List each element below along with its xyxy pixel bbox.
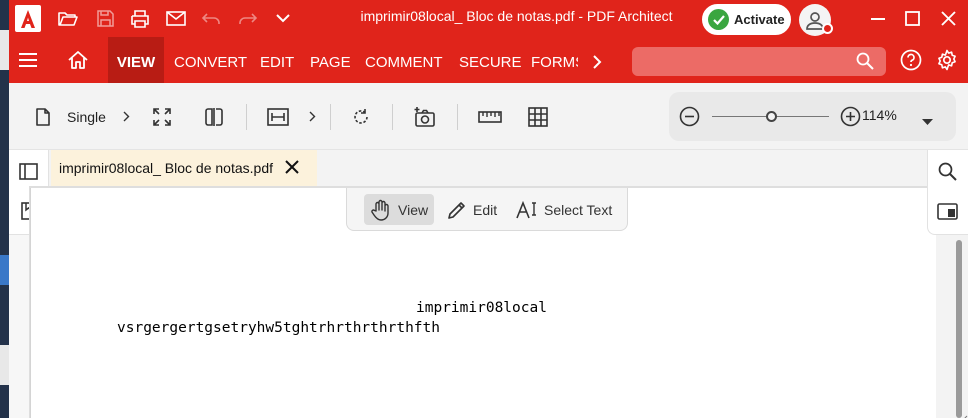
interaction-mode-bar: View Edit Select Text [346, 188, 628, 231]
open-folder-icon[interactable] [55, 0, 81, 37]
toolbar-separator [246, 104, 247, 130]
hamburger-menu-icon[interactable] [15, 41, 41, 78]
help-icon[interactable] [898, 41, 924, 78]
search-icon[interactable] [856, 52, 874, 75]
view-toolbar: Single 114% [9, 83, 968, 150]
tab-view[interactable]: VIEW [108, 37, 164, 83]
activate-label: Activate [734, 12, 785, 27]
chevron-right-icon[interactable] [305, 83, 319, 150]
fullscreen-icon[interactable] [149, 83, 175, 150]
tab-edit[interactable]: EDIT [260, 37, 294, 83]
notification-dot [822, 23, 833, 34]
search-icon[interactable] [938, 162, 957, 186]
vertical-scrollbar[interactable] [956, 240, 962, 418]
select-text-mode-button[interactable]: Select Text [510, 194, 618, 225]
view-mode-label: Single [67, 108, 106, 125]
toolbar-separator [457, 104, 458, 130]
user-avatar[interactable] [799, 4, 833, 36]
document-text-line: imprimir08local [416, 300, 547, 316]
tab-comment[interactable]: COMMENT [365, 37, 443, 83]
zoom-in-icon[interactable] [840, 106, 861, 132]
panel-toggle-icon[interactable] [937, 203, 958, 225]
app-logo-icon[interactable] [15, 5, 41, 32]
chevron-down-icon[interactable] [922, 113, 933, 131]
app-root: imprimir08local_ Bloc de notas.pdf - PDF… [0, 0, 968, 418]
ruler-icon[interactable] [476, 83, 504, 150]
edit-mode-button[interactable]: Edit [441, 194, 503, 225]
print-icon[interactable] [126, 0, 154, 37]
zoom-value[interactable]: 114% [862, 107, 897, 123]
split-view-icon[interactable] [201, 83, 227, 150]
chevron-right-icon[interactable] [119, 83, 133, 150]
email-icon[interactable] [162, 0, 190, 37]
document-tab-name: imprimir08local_ Bloc de notas.pdf [59, 160, 273, 176]
window-title: imprimir08local_ Bloc de notas.pdf - PDF… [360, 8, 673, 24]
chevron-down-icon[interactable] [271, 0, 295, 37]
snapshot-icon[interactable] [412, 83, 438, 150]
single-view-dropdown[interactable]: Single [67, 83, 106, 150]
tab-convert[interactable]: CONVERT [174, 37, 247, 83]
close-icon[interactable] [933, 0, 963, 37]
title-bar: imprimir08local_ Bloc de notas.pdf - PDF… [9, 0, 968, 37]
page-icon[interactable] [31, 83, 55, 150]
settings-gear-icon[interactable] [934, 41, 960, 78]
search-input[interactable] [632, 47, 852, 76]
save-icon[interactable] [92, 0, 118, 37]
hand-icon [371, 199, 389, 221]
activate-button[interactable]: Activate [702, 4, 791, 35]
maximize-icon[interactable] [897, 0, 927, 37]
document-tab[interactable]: imprimir08local_ Bloc de notas.pdf [51, 150, 317, 186]
undo-icon[interactable] [198, 0, 224, 37]
minimize-icon[interactable] [863, 0, 893, 37]
text-select-icon [516, 200, 536, 218]
edit-mode-label: Edit [473, 201, 498, 218]
select-text-mode-label: Select Text [544, 201, 613, 218]
right-side-panel [927, 150, 968, 235]
toolbar-separator [392, 104, 393, 130]
sidebar-toggle-icon[interactable] [19, 163, 38, 185]
search-box [632, 47, 886, 76]
app-window: imprimir08local_ Bloc de notas.pdf - PDF… [9, 0, 968, 418]
tab-page[interactable]: PAGE [310, 37, 351, 83]
redo-icon[interactable] [235, 0, 261, 37]
resize-grip-icon[interactable] [960, 410, 968, 418]
document-text-line: vsrgergertgsetryhw5tghtrhrthrthrthfth [117, 320, 441, 336]
check-icon [708, 9, 729, 30]
tab-secure[interactable]: SECURE [459, 37, 522, 83]
zoom-slider-thumb[interactable] [765, 111, 777, 122]
zoom-control: 114% [669, 92, 956, 141]
zoom-out-icon[interactable] [679, 106, 700, 132]
chevron-right-icon[interactable] [587, 43, 607, 80]
rotate-icon[interactable] [348, 83, 374, 150]
ribbon-tab-bar: VIEW CONVERT EDIT PAGE COMMENT SECURE FO… [9, 37, 968, 83]
tab-forms[interactable]: FORMS [531, 37, 578, 83]
fit-width-icon[interactable] [265, 83, 291, 150]
home-icon[interactable] [65, 41, 91, 78]
pencil-icon [448, 201, 465, 219]
view-mode-label: View [398, 201, 429, 218]
view-mode-button[interactable]: View [364, 194, 435, 225]
close-tab-icon[interactable] [284, 159, 300, 178]
toolbar-separator [330, 104, 331, 130]
grid-icon[interactable] [525, 83, 551, 150]
